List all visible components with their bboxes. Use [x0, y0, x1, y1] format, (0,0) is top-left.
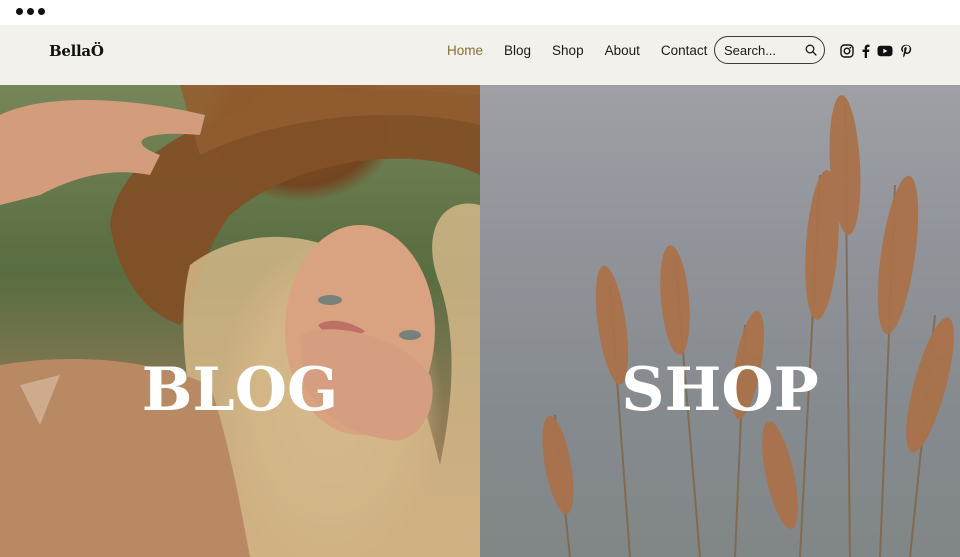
- pinterest-icon[interactable]: [900, 44, 912, 58]
- search-box: [714, 36, 825, 64]
- site-header: BellaÖ Home Blog Shop About Contact: [0, 25, 960, 85]
- youtube-icon[interactable]: [877, 45, 893, 57]
- social-links: [840, 44, 912, 58]
- hero: BLOG SHOP: [0, 85, 960, 557]
- search-icon[interactable]: [805, 44, 817, 56]
- nav-item-contact[interactable]: Contact: [661, 43, 708, 58]
- nav-item-shop[interactable]: Shop: [552, 43, 584, 58]
- blog-title: BLOG: [141, 355, 339, 425]
- main-nav: Home Blog Shop About Contact: [447, 43, 728, 58]
- nav-item-home[interactable]: Home: [447, 43, 483, 58]
- nav-item-about[interactable]: About: [605, 43, 640, 58]
- site-logo[interactable]: BellaÖ: [49, 42, 104, 60]
- facebook-icon[interactable]: [861, 44, 870, 58]
- blog-panel[interactable]: BLOG: [0, 85, 480, 557]
- window-bar: [0, 0, 960, 25]
- ellipsis-icon[interactable]: [16, 8, 45, 15]
- shop-panel[interactable]: SHOP: [480, 85, 960, 557]
- nav-item-blog[interactable]: Blog: [504, 43, 531, 58]
- instagram-icon[interactable]: [840, 44, 854, 58]
- search-input[interactable]: [724, 41, 800, 59]
- shop-title: SHOP: [621, 355, 819, 425]
